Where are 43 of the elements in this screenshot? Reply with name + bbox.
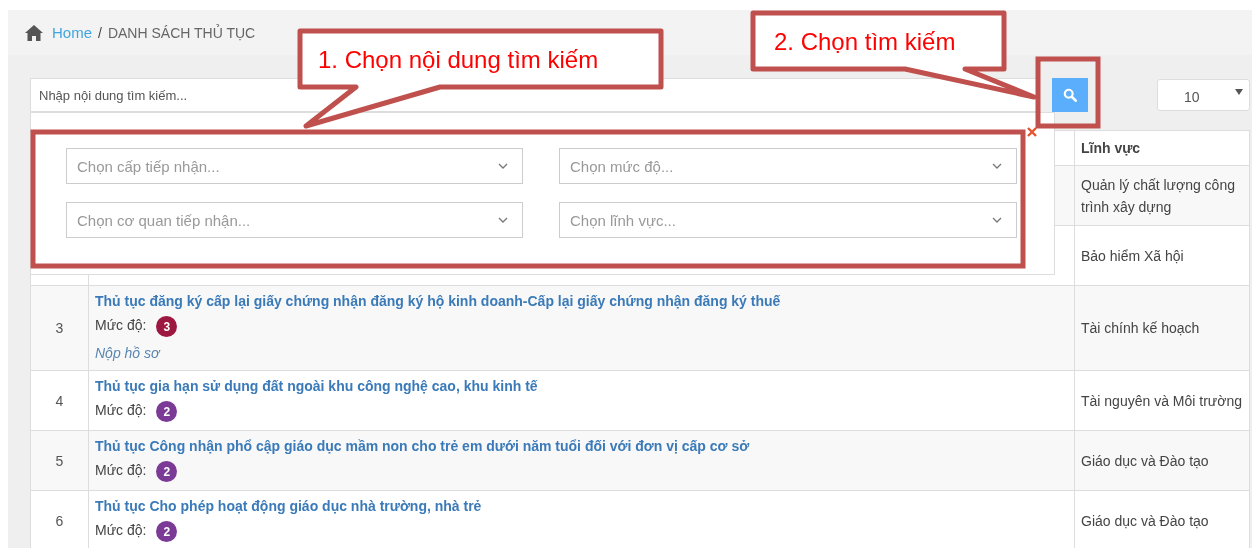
field-text: Giáo dục và Đào tạo [1081,512,1209,529]
filter-select[interactable]: Chọn mức độ... [559,148,1017,184]
chevron-icon [992,163,1002,169]
level-badge: 2 [156,461,178,482]
level-label: Mức độ: [95,521,147,538]
level-badge: 3 [156,316,178,337]
procedure-link[interactable]: Thủ tục Cho phép hoạt động giáo dục nhà trường, nhà trẻ [95,497,1068,515]
field-text: Tài nguyên và Môi trường [1081,392,1242,409]
column-header: Lĩnh vực [1074,130,1250,166]
row-number: 4 [55,392,64,409]
breadcrumb-separator: / [98,24,102,41]
field-text: Giáo dục và Đào tạo [1081,452,1209,469]
filter-select[interactable]: Chọn cấp tiếp nhận... [66,148,523,184]
filter-select[interactable]: Chọn lĩnh vực... [559,202,1017,238]
page-size-select[interactable]: 10 [1157,79,1250,111]
submit-link[interactable]: Nộp hồ sơ [95,345,1068,361]
row-number: 5 [55,452,64,469]
filter-select[interactable]: Chọn cơ quan tiếp nhận... [66,202,523,238]
row-number: 6 [55,512,64,529]
level-label: Mức độ: [95,316,147,333]
procedure-link[interactable]: Thủ tục đăng ký cấp lại giấy chứng nhận đăng ký hộ kinh doanh-Cấp lại giấy chứng nhận đăng ký thuế [95,292,1068,310]
row-number: 3 [55,320,64,336]
chevron-icon [498,163,508,169]
level-label: Mức độ: [95,401,147,418]
callout-text: 2. Chọn tìm kiếm [774,28,956,56]
callout-text: 1. Chọn nội dung tìm kiếm [318,46,599,74]
search-icon [1063,88,1077,102]
close-icon[interactable] [1027,127,1037,137]
field-text: Bảo hiểm Xã hội [1081,247,1184,264]
chevron-icon [992,217,1002,223]
home-icon [24,23,44,42]
procedure-link[interactable]: Thủ tục Công nhận phổ cập giáo dục mầm non cho trẻ em dưới năm tuổi đối với đơn vị cấp cơ sở [95,437,1068,455]
procedure-link[interactable]: Thủ tục gia hạn sử dụng đất ngoài khu công nghệ cao, khu kinh tế [95,377,1068,395]
search-button[interactable] [1052,78,1088,112]
home-link[interactable]: Home [52,24,92,41]
chevron-icon [498,217,508,223]
level-label: Mức độ: [95,461,147,478]
level-badge: 2 [156,521,178,542]
field-text: Quản lý chất lượng công trình xây dựng [1081,176,1235,215]
level-badge: 2 [156,401,178,422]
caret-icon [1235,89,1243,95]
breadcrumb-current: DANH SÁCH THỦ TỤC [107,24,256,41]
field-text: Tài chính kế hoạch [1081,320,1200,336]
